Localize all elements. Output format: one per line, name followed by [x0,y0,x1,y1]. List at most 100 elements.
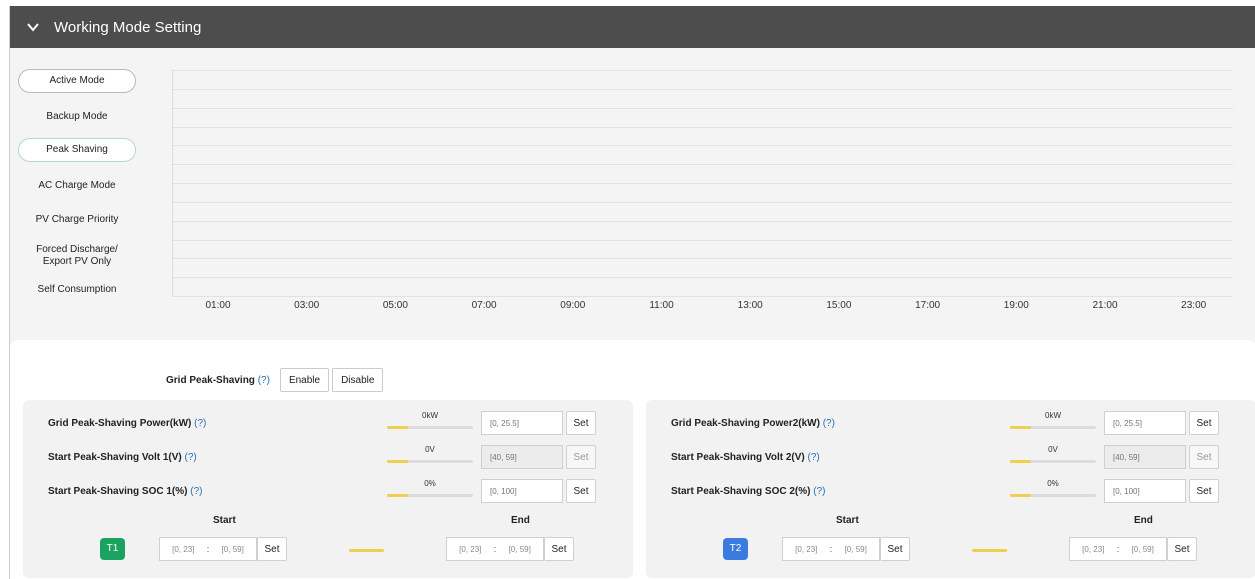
peak-shaving-panel-2: Grid Peak-Shaving Power2(kW) (?)0kWSetSt… [646,400,1255,578]
start-hour-field[interactable]: [0, 23] [172,545,194,554]
setting-label: Start Peak-Shaving Volt 1(V) (?) [48,452,197,463]
value-slider[interactable]: 0% [1010,479,1096,505]
value-input[interactable] [481,479,563,503]
help-icon[interactable]: (?) [808,452,820,463]
end-minute-field[interactable]: [0, 59] [509,545,531,554]
set-button[interactable]: Set [566,445,596,469]
set-button[interactable]: Set [566,411,596,435]
value-slider[interactable]: 0% [387,479,473,505]
chart-gridline [173,239,1233,241]
start-heading: Start [213,515,236,526]
slider-value: 0% [424,479,436,488]
setting-label-text: Start Peak-Shaving SOC 2(%) [671,486,811,497]
setting-label-text: Start Peak-Shaving Volt 2(V) [671,452,805,463]
grid-peak-shaving-text: Grid Peak-Shaving [166,374,255,386]
help-icon[interactable]: (?) [823,418,835,429]
start-minute-field[interactable]: [0, 59] [222,545,244,554]
section-title: Working Mode Setting [54,18,202,36]
time-colon: : [206,544,210,554]
slider-fill [1010,494,1031,497]
mode-backup[interactable]: Backup Mode [18,111,136,122]
slider-fill [1010,460,1031,463]
disable-button[interactable]: Disable [332,368,384,392]
slider-track[interactable] [1010,494,1096,497]
setting-label-text: Grid Peak-Shaving Power2(kW) [671,418,820,429]
slider-track[interactable] [1010,460,1096,463]
help-icon[interactable]: (?) [258,375,270,386]
start-heading: Start [836,515,859,526]
setting-label: Start Peak-Shaving SOC 2(%) (?) [671,486,826,497]
chart-gridline [173,220,1233,222]
schedule-chart [172,70,1233,297]
mode-self-consumption[interactable]: Self Consumption [18,284,136,295]
mode-active[interactable]: Active Mode [18,69,136,93]
start-set-button[interactable]: Set [257,537,287,561]
setting-row: Start Peak-Shaving Volt 2(V) (?) 0V Set [646,445,1255,471]
end-hour-field[interactable]: [0, 23] [1082,545,1104,554]
chevron-down-icon[interactable] [26,20,40,34]
end-hour-field[interactable]: [0, 23] [459,545,481,554]
time-tick-label: 23:00 [1181,300,1207,311]
value-slider[interactable]: 0V [387,445,473,471]
end-minute-field[interactable]: [0, 59] [1132,545,1154,554]
grid-peak-shaving-label: Grid Peak-Shaving (?) [166,375,270,386]
working-mode-frame: Working Mode Setting Active Mode Backup … [9,6,1255,579]
value-input[interactable] [1104,479,1186,503]
end-set-button[interactable]: Set [544,537,574,561]
mode-ac-charge[interactable]: AC Charge Mode [18,180,136,191]
help-icon[interactable]: (?) [194,418,206,429]
help-icon[interactable]: (?) [813,486,825,497]
time-range-connector [349,549,384,552]
time-tick-label: 21:00 [1092,300,1118,311]
slider-fill [1010,426,1031,429]
time-slot-badge: T2 [723,538,748,560]
time-tick-label: 07:00 [471,300,497,311]
chart-gridline [173,145,1233,147]
chart-gridline [173,258,1233,260]
help-icon[interactable]: (?) [185,452,197,463]
slider-track[interactable] [1010,426,1096,429]
value-slider[interactable]: 0V [1010,445,1096,471]
section-header[interactable]: Working Mode Setting [10,6,1255,48]
mode-forced-discharge[interactable]: Forced Discharge/ Export PV Only [18,244,136,268]
setting-label-text: Grid Peak-Shaving Power(kW) [48,418,192,429]
set-button[interactable]: Set [566,479,596,503]
mode-pv-charge-priority[interactable]: PV Charge Priority [18,214,136,225]
set-button[interactable]: Set [1189,411,1219,435]
setting-label-text: Start Peak-Shaving SOC 1(%) [48,486,188,497]
slider-track[interactable] [387,494,473,497]
slider-value: 0kW [1045,411,1061,420]
time-slot-badge: T1 [100,538,125,560]
start-minute-field[interactable]: [0, 59] [845,545,867,554]
peak-shaving-settings: Grid Peak-Shaving (?) Enable Disable Gri… [10,340,1255,579]
chart-gridline [173,277,1233,279]
set-button[interactable]: Set [1189,445,1219,469]
value-input[interactable] [481,445,563,469]
slider-track[interactable] [387,460,473,463]
mode-peak-shaving[interactable]: Peak Shaving [18,138,136,162]
end-set-button[interactable]: Set [1167,537,1197,561]
time-tick-label: 15:00 [826,300,852,311]
value-input[interactable] [1104,445,1186,469]
end-time-input[interactable]: [0, 23]: [0, 59] [446,537,544,561]
start-time-input[interactable]: [0, 23]: [0, 59] [159,537,257,561]
value-slider[interactable]: 0kW [1010,411,1096,437]
start-time-input[interactable]: [0, 23]: [0, 59] [782,537,880,561]
value-input[interactable] [481,411,563,435]
set-button[interactable]: Set [1189,479,1219,503]
slider-track[interactable] [387,426,473,429]
start-hour-field[interactable]: [0, 23] [795,545,817,554]
chart-gridline [173,70,1233,71]
slider-fill [387,494,408,497]
value-slider[interactable]: 0kW [387,411,473,437]
enable-button[interactable]: Enable [279,368,330,392]
chart-gridline [173,164,1233,166]
setting-row: Start Peak-Shaving Volt 1(V) (?) 0V Set [23,445,633,471]
setting-label: Start Peak-Shaving SOC 1(%) (?) [48,486,203,497]
value-input[interactable] [1104,411,1186,435]
end-time-input[interactable]: [0, 23]: [0, 59] [1069,537,1167,561]
chart-gridline [173,107,1233,109]
time-colon: : [493,544,497,554]
help-icon[interactable]: (?) [190,486,202,497]
start-set-button[interactable]: Set [880,537,910,561]
